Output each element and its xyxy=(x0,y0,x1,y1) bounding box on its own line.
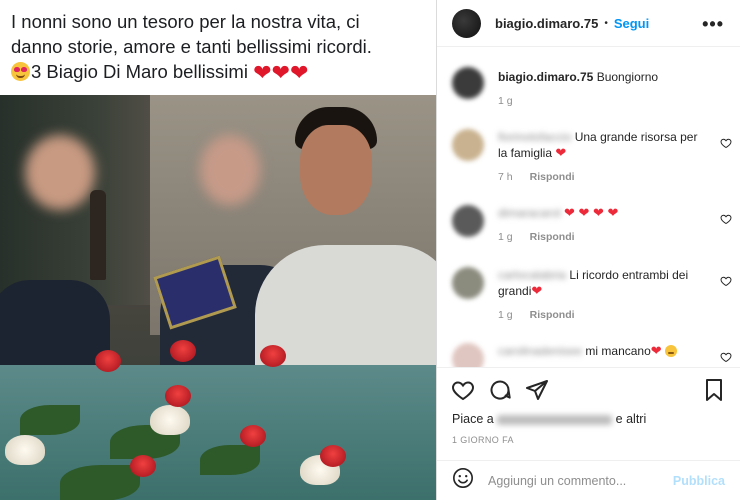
comment-like-heart-icon[interactable] xyxy=(720,351,732,366)
post-actions-bar xyxy=(437,367,740,410)
caption-line-1: I nonni sono un tesoro per la nostra vit… xyxy=(11,11,360,32)
photo-bottle xyxy=(90,190,106,280)
comment-time: 1 g xyxy=(498,309,513,321)
comment-like-heart-icon[interactable] xyxy=(720,213,732,228)
likes-suffix: e altri xyxy=(615,412,647,426)
comment-time: 1 g xyxy=(498,231,513,243)
publish-button[interactable]: Pubblica xyxy=(673,474,725,488)
photo-blurred-face-middle xyxy=(200,135,260,205)
likes-blurred-username xyxy=(497,414,613,425)
comment-avatar[interactable] xyxy=(452,205,484,237)
comment-composer: Pubblica xyxy=(437,460,740,500)
author-username[interactable]: biagio.dimaro.75 xyxy=(495,16,598,31)
post-photo xyxy=(0,95,436,500)
comment-avatar[interactable] xyxy=(452,267,484,299)
caption-hearts: ❤❤❤ xyxy=(253,60,309,85)
header-separator: • xyxy=(604,17,608,29)
comment-emoji: ❤ xyxy=(650,343,662,358)
comment-time: 1 g xyxy=(498,95,513,107)
comment-input[interactable] xyxy=(488,473,673,488)
comment-text: mi mancano xyxy=(585,344,651,358)
share-paper-plane-icon[interactable] xyxy=(525,378,549,402)
comment-username[interactable]: carlocalabria xyxy=(498,268,566,282)
comment-username[interactable]: carolinadenisee xyxy=(498,344,582,358)
save-bookmark-icon[interactable] xyxy=(702,378,726,402)
photo-flowers xyxy=(0,340,360,500)
emoji-smiley-icon[interactable] xyxy=(452,467,474,494)
follow-button[interactable]: Segui xyxy=(614,16,649,31)
caption-line-3: 3 Biagio Di Maro bellissimi ❤❤❤ xyxy=(11,59,429,85)
comments-list[interactable]: biagio.dimaro.75 Buongiorno 1 g fiorinot… xyxy=(437,47,740,367)
comment-like-heart-icon[interactable] xyxy=(720,275,732,290)
comment-emoji: ❤ ❤ ❤ ❤ xyxy=(564,205,619,220)
comment-time: 7 h xyxy=(498,171,513,183)
reply-button[interactable]: Rispondi xyxy=(530,309,575,321)
comment-username[interactable]: biagio.dimaro.75 xyxy=(498,70,593,84)
instagram-post-view: I nonni sono un tesoro per la nostra vit… xyxy=(0,0,740,500)
comment-avatar[interactable] xyxy=(452,67,484,99)
post-caption-image: I nonni sono un tesoro per la nostra vit… xyxy=(0,0,436,95)
photo-blurred-face-left xyxy=(25,135,95,210)
post-side-panel: biagio.dimaro.75 • Segui ••• biagio.dima… xyxy=(437,0,740,500)
author-avatar[interactable] xyxy=(452,8,481,38)
post-header: biagio.dimaro.75 • Segui ••• xyxy=(437,0,740,47)
comment-username[interactable]: fiorinotsfaccio xyxy=(498,130,571,144)
comment-like-heart-icon[interactable] xyxy=(720,137,732,152)
comment-avatar[interactable] xyxy=(452,343,484,367)
comment-emoji: ❤ xyxy=(555,145,567,160)
comment-username[interactable]: dimaracarol xyxy=(498,206,561,220)
sad-face-emoji-icon xyxy=(665,345,678,357)
comment-avatar[interactable] xyxy=(452,129,484,161)
reply-button[interactable]: Rispondi xyxy=(530,171,575,183)
caption-line-3-text: 3 Biagio Di Maro bellissimi xyxy=(31,61,248,82)
photo-face-right xyxy=(300,125,372,215)
comment-bubble-icon[interactable] xyxy=(488,378,512,402)
post-timestamp[interactable]: 1 GIORNO FA xyxy=(452,435,514,445)
likes-prefix: Piace a xyxy=(452,412,494,426)
reply-button[interactable]: Rispondi xyxy=(530,231,575,243)
like-heart-icon[interactable] xyxy=(451,378,475,402)
comment-text: Buongiorno xyxy=(596,70,659,84)
likes-summary[interactable]: Piace a e altri xyxy=(452,412,646,426)
more-options-icon[interactable]: ••• xyxy=(702,14,724,35)
post-media[interactable]: I nonni sono un tesoro per la nostra vit… xyxy=(0,0,437,500)
heart-eyes-emoji-icon xyxy=(11,62,30,81)
caption-line-2: danno storie, amore e tanti bellissimi r… xyxy=(11,36,372,57)
comment-emoji: ❤ xyxy=(531,283,543,298)
